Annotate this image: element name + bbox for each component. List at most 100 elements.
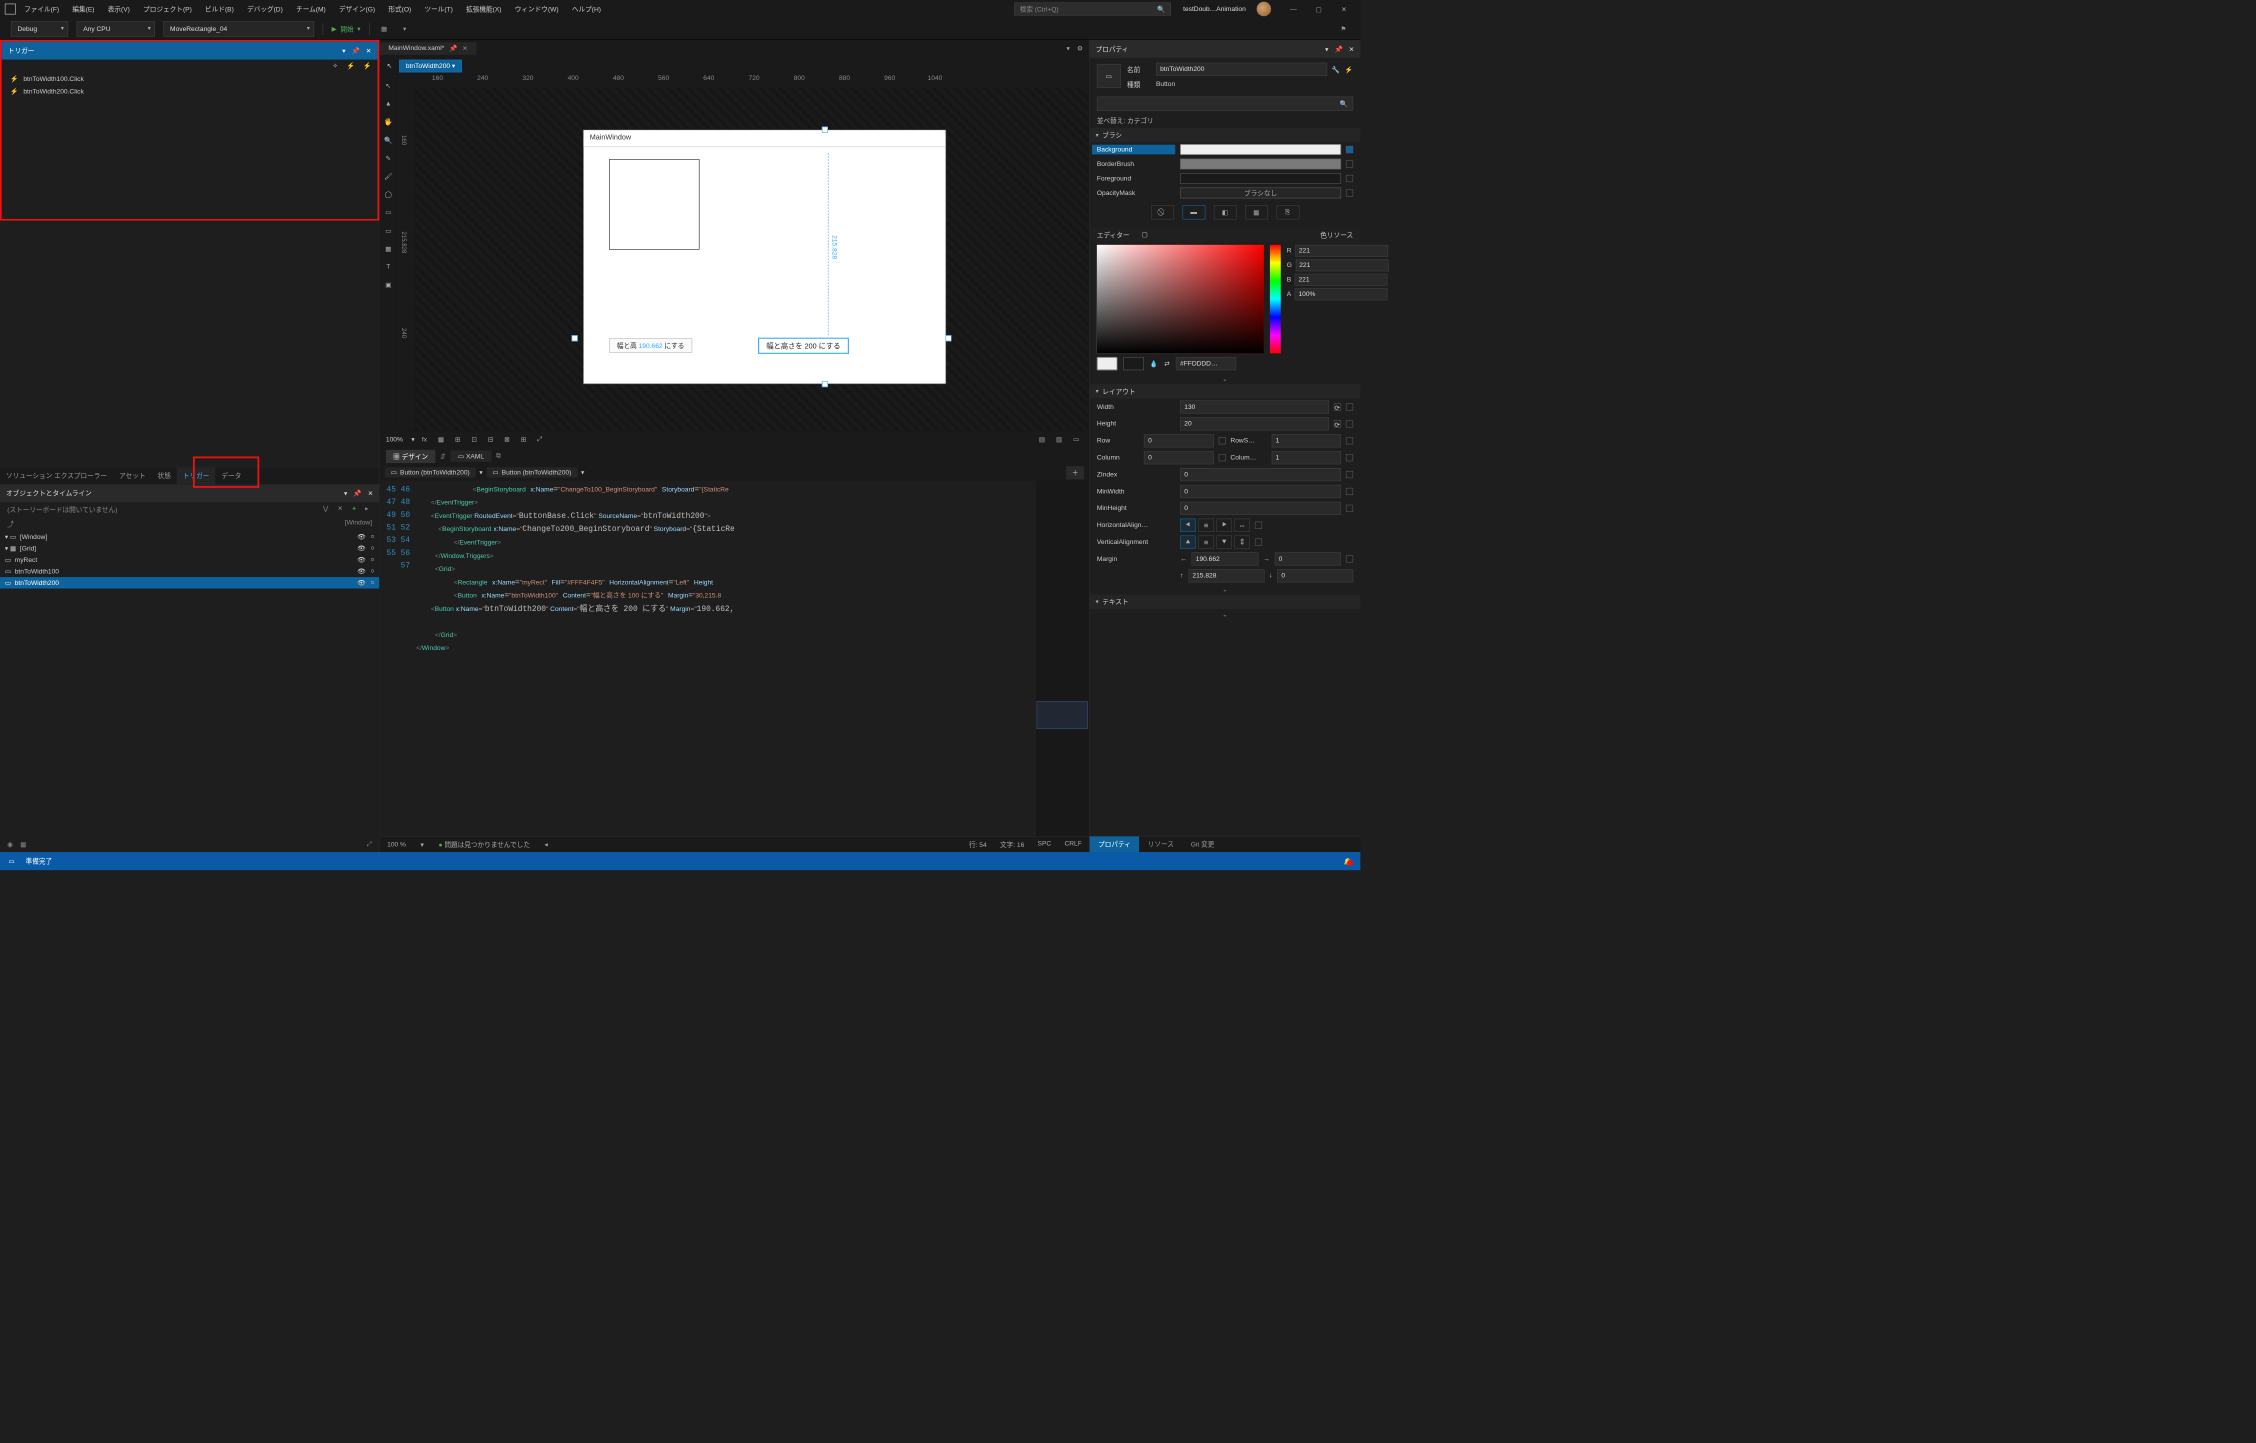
colspan-input[interactable] — [1271, 451, 1341, 464]
platform-dropdown[interactable]: Any CPU — [77, 21, 155, 37]
brush-none[interactable]: ブラシなし — [1180, 188, 1341, 199]
channel-a-input[interactable] — [1295, 288, 1388, 300]
wrench-icon[interactable]: 🔧 — [1332, 65, 1340, 73]
start-debug-button[interactable]: 開始 ▾ — [332, 24, 361, 34]
tab-xaml[interactable]: ▭ XAML — [451, 450, 492, 461]
element-name-input[interactable] — [1156, 63, 1327, 76]
expand-icon[interactable]: ⤢ — [367, 841, 372, 849]
value-marker[interactable] — [1218, 437, 1225, 444]
lock-icon[interactable]: ○ — [370, 556, 374, 564]
menu-file[interactable]: ファイル(F) — [18, 2, 65, 16]
lock-icon[interactable]: ○ — [370, 533, 374, 541]
zoom-tool-icon[interactable]: 🔍 — [380, 131, 397, 148]
col-input[interactable] — [1144, 451, 1214, 464]
expand-text-icon[interactable]: ⌄ — [1090, 609, 1361, 619]
zoom-level[interactable]: 100% — [386, 436, 403, 443]
menu-view[interactable]: 表示(V) — [102, 2, 136, 16]
valign-bottom[interactable]: ⯆ — [1216, 535, 1232, 548]
channel-b-input[interactable] — [1295, 274, 1388, 286]
value-marker[interactable] — [1346, 454, 1353, 461]
menu-design[interactable]: デザイン(G) — [333, 2, 381, 16]
snap-icon[interactable]: ⊡ — [468, 434, 481, 444]
close-tab-icon[interactable]: ✕ — [462, 44, 468, 52]
menu-help[interactable]: ヘルプ(H) — [566, 2, 607, 16]
tree-row-btn100[interactable]: ▭btnToWidth100👁○ — [0, 566, 379, 577]
direct-select-icon[interactable]: ▲ — [380, 95, 397, 112]
value-marker[interactable] — [1346, 403, 1353, 410]
indent-mode[interactable]: SPC — [1038, 840, 1052, 850]
pin-icon[interactable]: 📌 — [449, 44, 457, 52]
reset-icon[interactable]: ⟳ — [1334, 403, 1341, 410]
tree-row-btn200[interactable]: ▭btnToWidth200👁○ — [0, 577, 379, 588]
brush-opacitymask-row[interactable]: OpacityMaskブラシなし — [1090, 186, 1361, 200]
menu-edit[interactable]: 編集(E) — [66, 2, 100, 16]
expand-icon[interactable]: ⤢ — [533, 434, 546, 444]
add-pane-button[interactable]: ＋ — [1066, 466, 1084, 479]
status-output-icon[interactable]: ▭ — [8, 857, 14, 865]
breadcrumb-step[interactable]: btnToWidth200 ▾ — [399, 59, 462, 72]
popout-icon[interactable]: ⧉ — [491, 452, 505, 460]
tab-solution-explorer[interactable]: ソリューション エクスプローラー — [0, 467, 113, 484]
snap-icon[interactable]: ⊟ — [484, 434, 497, 444]
feedback-icon[interactable]: ⚑ — [1337, 23, 1349, 35]
value-marker[interactable] — [1346, 175, 1353, 182]
visibility-icon[interactable]: 👁 — [357, 533, 365, 541]
tab-properties[interactable]: プロパティ — [1090, 836, 1140, 852]
tab-resources[interactable]: リソース — [1139, 836, 1182, 852]
user-avatar[interactable] — [1257, 2, 1271, 16]
expand-brush-icon[interactable]: ⌄ — [1090, 374, 1361, 384]
designer-surface[interactable]: ↖ ▲ 🖐 🔍 ✎ 🖌 ◯ ▭ ▭ ▦ T ▣ 215.828 160 240 — [380, 75, 1089, 431]
close-icon[interactable]: ✕ — [1349, 45, 1355, 53]
tree-row-grid[interactable]: ▾ ▦[Grid]👁○ — [0, 543, 379, 554]
menu-build[interactable]: ビルド(B) — [199, 2, 240, 16]
toolbar-icon[interactable]: ▾ — [399, 23, 411, 35]
tree-row-myrect[interactable]: ▭myRect👁○ — [0, 554, 379, 565]
pen-tool-icon[interactable]: ✎ — [380, 150, 397, 167]
startup-dropdown[interactable]: MoveRectangle_04 — [163, 21, 314, 37]
visibility-icon[interactable]: 👁 — [357, 545, 365, 553]
margin-bottom-input[interactable] — [1277, 569, 1353, 582]
xaml-scope-a[interactable]: ▭ Button (btnToWidth200) — [385, 467, 476, 477]
valign-stretch[interactable]: ⇕ — [1234, 535, 1250, 548]
properties-search[interactable]: 🔍 — [1097, 96, 1353, 110]
menu-team[interactable]: チーム(M) — [290, 2, 332, 16]
brush-background-row[interactable]: Background — [1090, 142, 1361, 156]
reset-icon[interactable]: ⟳ — [1334, 420, 1341, 427]
tile-brush-icon[interactable]: ▦ — [1245, 205, 1268, 219]
code-editor[interactable]: 45 46 47 48 49 50 51 52 53 54 55 56 57 <… — [380, 480, 1089, 836]
visibility-icon[interactable]: 👁 — [357, 556, 365, 564]
design-canvas-area[interactable]: MainWindow 幅と高 190.662 にする 幅と高さを 200 にする… — [415, 88, 1089, 431]
pan-tool-icon[interactable]: 🖐 — [380, 113, 397, 130]
root-row[interactable]: ⤴ [Window] — [0, 517, 379, 531]
swap-icon[interactable]: ⇄ — [1164, 360, 1170, 368]
lock-icon[interactable]: ○ — [370, 545, 374, 553]
layout-panel-icon[interactable]: ▭ — [380, 222, 397, 239]
tab-design[interactable]: ▦ デザイン — [386, 450, 435, 463]
code-body[interactable]: <BeginStoryboard x:Name="ChangeTo100_Beg… — [416, 480, 1035, 836]
row-input[interactable] — [1144, 434, 1214, 447]
minimize-button[interactable]: — — [1282, 1, 1305, 18]
storyboard-controls[interactable]: ⋁ ✕ + ▸ — [323, 505, 372, 515]
maximize-button[interactable]: ▢ — [1307, 1, 1330, 18]
close-icon[interactable]: ✕ — [368, 489, 374, 497]
category-brush[interactable]: ブラシ — [1090, 128, 1361, 142]
brush-swatch[interactable] — [1180, 173, 1341, 184]
toolbar-icon[interactable]: ▦ — [378, 23, 390, 35]
resize-handle[interactable] — [946, 335, 952, 341]
tree-row-window[interactable]: ▾ ▭[Window]👁○ — [0, 531, 379, 542]
gradient-brush-icon[interactable]: ◧ — [1214, 205, 1237, 219]
margin-top-input[interactable] — [1188, 569, 1264, 582]
halign-center[interactable]: ≡ — [1198, 519, 1214, 532]
category-text[interactable]: テキスト — [1090, 595, 1361, 609]
no-brush-icon[interactable]: ⃠ — [1151, 205, 1174, 219]
value-marker[interactable] — [1218, 454, 1225, 461]
delete-trigger-icon[interactable]: ⚡ — [363, 62, 371, 70]
brush-borderbrush-row[interactable]: BorderBrush — [1090, 157, 1361, 171]
gear-icon[interactable]: ⚙ — [1077, 44, 1083, 52]
value-marker[interactable] — [1346, 555, 1353, 562]
value-marker[interactable] — [1346, 420, 1353, 427]
zindex-input[interactable] — [1180, 468, 1341, 481]
lock-icon[interactable]: ○ — [370, 567, 374, 575]
trigger-item[interactable]: btnToWidth200.Click — [2, 85, 378, 98]
control-tool-icon[interactable]: ▣ — [380, 276, 397, 293]
